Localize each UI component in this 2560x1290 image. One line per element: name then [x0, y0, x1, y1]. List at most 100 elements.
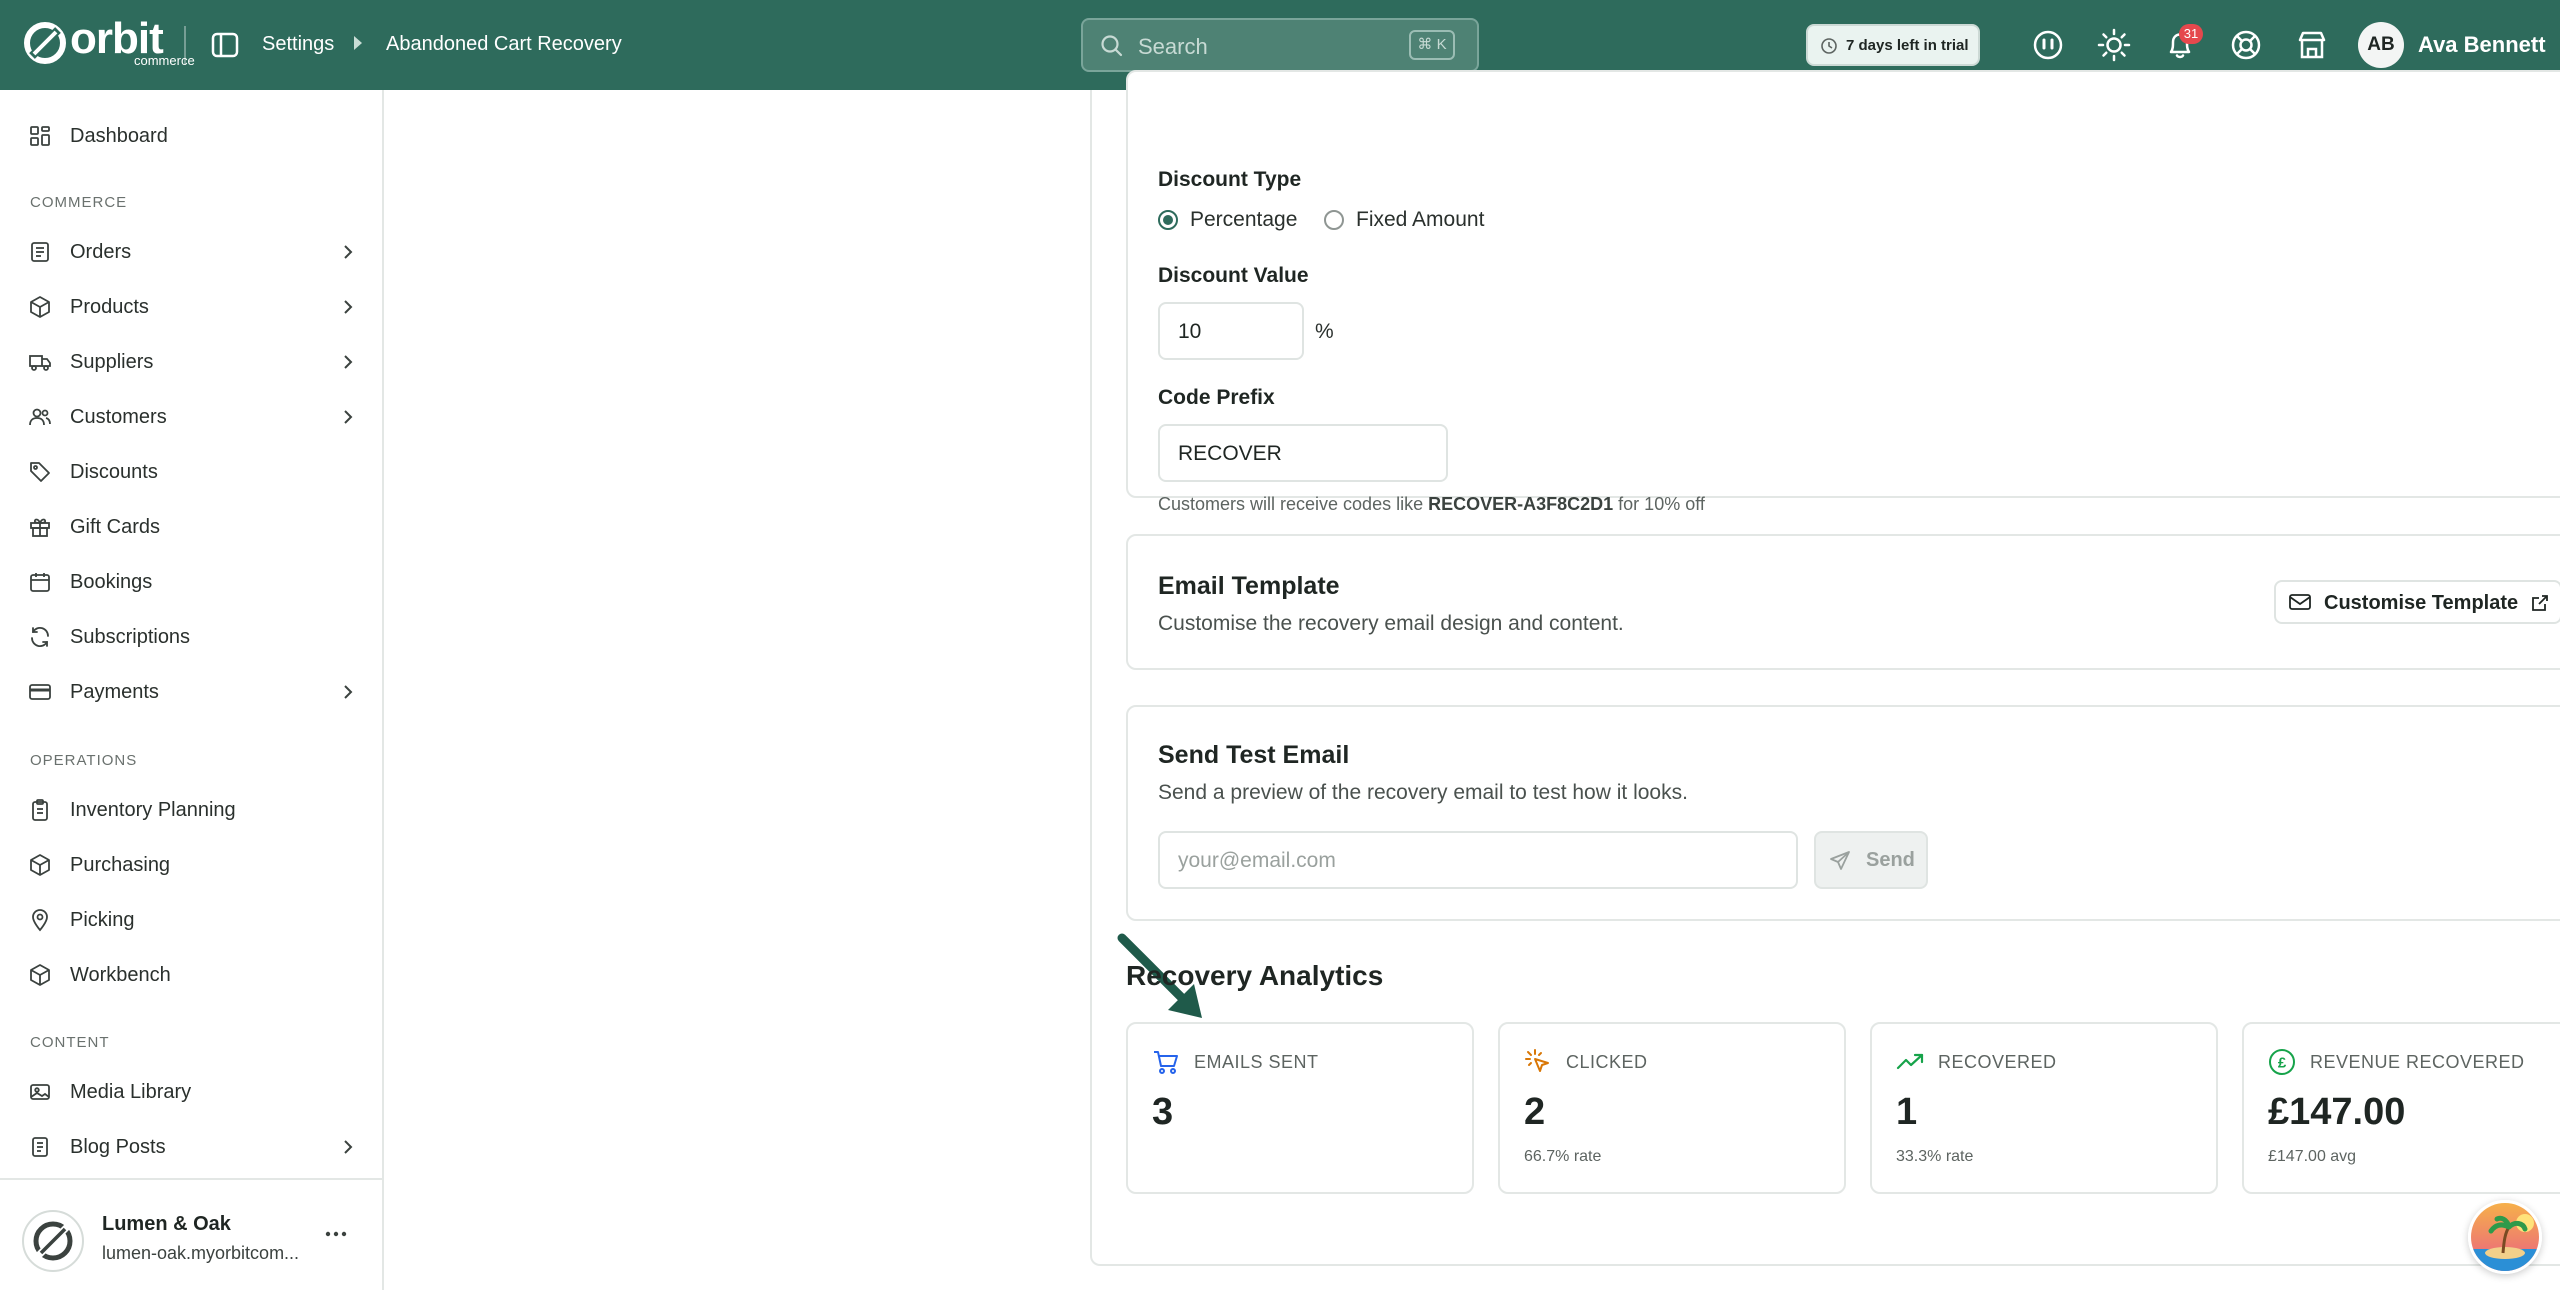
radio-percentage[interactable] — [1158, 210, 1178, 230]
sidebar-item-label: Bookings — [70, 571, 153, 593]
discount-value-label: Discount Value — [1158, 264, 1309, 287]
sidebar-item-products[interactable]: Products — [28, 285, 358, 329]
notification-badge: 31 — [2179, 24, 2203, 44]
sidebar-item-media-library[interactable]: Media Library — [28, 1070, 358, 1114]
stat-label: REVENUE RECOVERED — [2310, 1052, 2525, 1072]
main-content: Discount Type Percentage Fixed Amount Di… — [386, 70, 2560, 1290]
stat-value: 1 — [1896, 1091, 1918, 1133]
sidebar-item-label: Inventory Planning — [70, 799, 236, 821]
sidebar-toggle-icon[interactable] — [208, 28, 242, 62]
sidebar-item-subscriptions[interactable]: Subscriptions — [28, 615, 358, 659]
section-label-content: CONTENT — [30, 1034, 110, 1051]
trial-badge[interactable]: 7 days left in trial — [1806, 24, 1980, 66]
test-email-placeholder: your@email.com — [1178, 849, 1336, 872]
sidebar-item-bookings[interactable]: Bookings — [28, 560, 358, 604]
avatar[interactable]: AB — [2358, 22, 2404, 68]
send-label: Send — [1866, 849, 1915, 871]
sidebar-item-label: Subscriptions — [70, 626, 191, 648]
stat-value: 2 — [1524, 1091, 1546, 1133]
store-name: Lumen & Oak — [102, 1213, 231, 1235]
box-icon — [30, 854, 50, 876]
sidebar-item-label: Gift Cards — [70, 516, 161, 538]
stat-card-recovered: RECOVERED 1 33.3% rate — [1870, 1022, 2218, 1194]
card-icon — [29, 684, 51, 700]
sidebar-item-suppliers[interactable]: Suppliers — [28, 340, 358, 384]
customise-template-label: Customise Template — [2324, 592, 2519, 614]
send-button[interactable]: Send — [1814, 831, 1928, 889]
sidebar-item-picking[interactable]: Picking — [28, 898, 358, 942]
code-prefix-hint: Customers will receive codes like RECOVE… — [1158, 494, 1705, 515]
test-email-input[interactable]: your@email.com — [1158, 831, 1798, 889]
sidebar: Dashboard COMMERCE Orders Products Suppl… — [0, 90, 384, 1290]
ai-assistant-icon[interactable] — [2030, 27, 2066, 63]
orbit-logo[interactable]: orbit commerce — [22, 16, 195, 70]
users-icon — [29, 408, 51, 426]
sidebar-item-label: Payments — [70, 681, 159, 703]
orbit-logo-icon — [24, 22, 66, 64]
search-input[interactable]: Search ⌘ K — [1081, 18, 1479, 72]
customise-template-button[interactable]: Customise Template — [2274, 580, 2560, 624]
store-logo — [22, 1210, 84, 1272]
sidebar-item-workbench[interactable]: Workbench — [28, 953, 358, 997]
sun-icon[interactable] — [2096, 27, 2132, 63]
sidebar-item-payments[interactable]: Payments — [28, 670, 358, 714]
gift-icon — [30, 518, 50, 537]
sidebar-item-inventory-planning[interactable]: Inventory Planning — [28, 788, 358, 832]
code-prefix-input[interactable]: RECOVER — [1158, 424, 1448, 482]
stat-label: RECOVERED — [1938, 1052, 2057, 1072]
recovery-analytics-title: Recovery Analytics — [1126, 960, 1384, 991]
pin-icon — [32, 909, 48, 932]
document-icon — [32, 1137, 48, 1157]
assistant-launcher-button[interactable] — [2468, 1200, 2542, 1274]
store-switcher[interactable]: Lumen & Oak lumen-oak.myorbitcom... — [0, 1178, 384, 1290]
code-prefix-label: Code Prefix — [1158, 386, 1275, 409]
stat-subtext: £147.00 avg — [2268, 1148, 2357, 1165]
radio-percentage-label[interactable]: Percentage — [1190, 208, 1297, 232]
store-icon[interactable] — [2294, 27, 2330, 63]
chevron-right-icon — [344, 410, 353, 424]
stat-value: £147.00 — [2268, 1091, 2406, 1133]
sidebar-item-dashboard[interactable]: Dashboard — [28, 114, 358, 158]
sidebar-item-purchasing[interactable]: Purchasing — [28, 843, 358, 887]
hint-text-after: for 10% off — [1618, 494, 1705, 514]
help-icon[interactable] — [2228, 27, 2264, 63]
sidebar-item-label: Workbench — [70, 964, 171, 986]
user-name[interactable]: Ava Bennett — [2418, 32, 2546, 58]
chevron-right-icon — [344, 685, 353, 699]
code-prefix-value: RECOVER — [1178, 442, 1282, 465]
svg-text:£: £ — [2278, 1055, 2287, 1072]
send-test-email-card: Send Test Email Send a preview of the re… — [1126, 705, 2560, 921]
stat-subtext: 66.7% rate — [1524, 1148, 1602, 1165]
more-horizontal-icon[interactable] — [322, 1224, 350, 1244]
email-template-card: Email Template Customise the recovery em… — [1126, 534, 2560, 670]
sidebar-item-gift-cards[interactable]: Gift Cards — [28, 505, 358, 549]
calendar-icon — [30, 573, 50, 592]
email-template-description: Customise the recovery email design and … — [1158, 612, 1624, 635]
box-icon — [30, 964, 50, 986]
store-logo-icon — [33, 1221, 73, 1261]
breadcrumb-settings[interactable]: Settings — [262, 31, 334, 57]
trending-up-icon — [1896, 1053, 1924, 1070]
sidebar-item-orders[interactable]: Orders — [28, 230, 358, 274]
breadcrumb-current: Abandoned Cart Recovery — [386, 33, 622, 55]
search-placeholder: Search — [1138, 34, 1208, 59]
radio-fixed-amount-label[interactable]: Fixed Amount — [1356, 208, 1484, 232]
sidebar-item-customers[interactable]: Customers — [28, 395, 358, 439]
sidebar-item-blog-posts[interactable]: Blog Posts — [28, 1125, 358, 1159]
dashboard-icon — [30, 126, 50, 146]
hint-text: Customers will receive codes like — [1158, 494, 1424, 514]
chevron-right-icon — [344, 300, 353, 314]
radio-fixed-amount[interactable] — [1324, 210, 1344, 230]
sidebar-item-discounts[interactable]: Discounts — [28, 450, 358, 494]
search-shortcut: ⌘ K — [1409, 30, 1455, 60]
email-template-title: Email Template — [1158, 572, 1340, 600]
chevron-right-icon — [344, 245, 353, 259]
discount-value-input[interactable]: 10 — [1158, 302, 1304, 360]
sidebar-item-label: Orders — [70, 241, 132, 263]
discount-value: 10 — [1178, 320, 1202, 343]
stat-label: EMAILS SENT — [1194, 1052, 1319, 1072]
sidebar-item-label: Products — [70, 296, 149, 318]
send-icon — [1830, 851, 1850, 870]
image-icon — [30, 1084, 50, 1100]
sidebar-item-label: Media Library — [70, 1081, 192, 1103]
